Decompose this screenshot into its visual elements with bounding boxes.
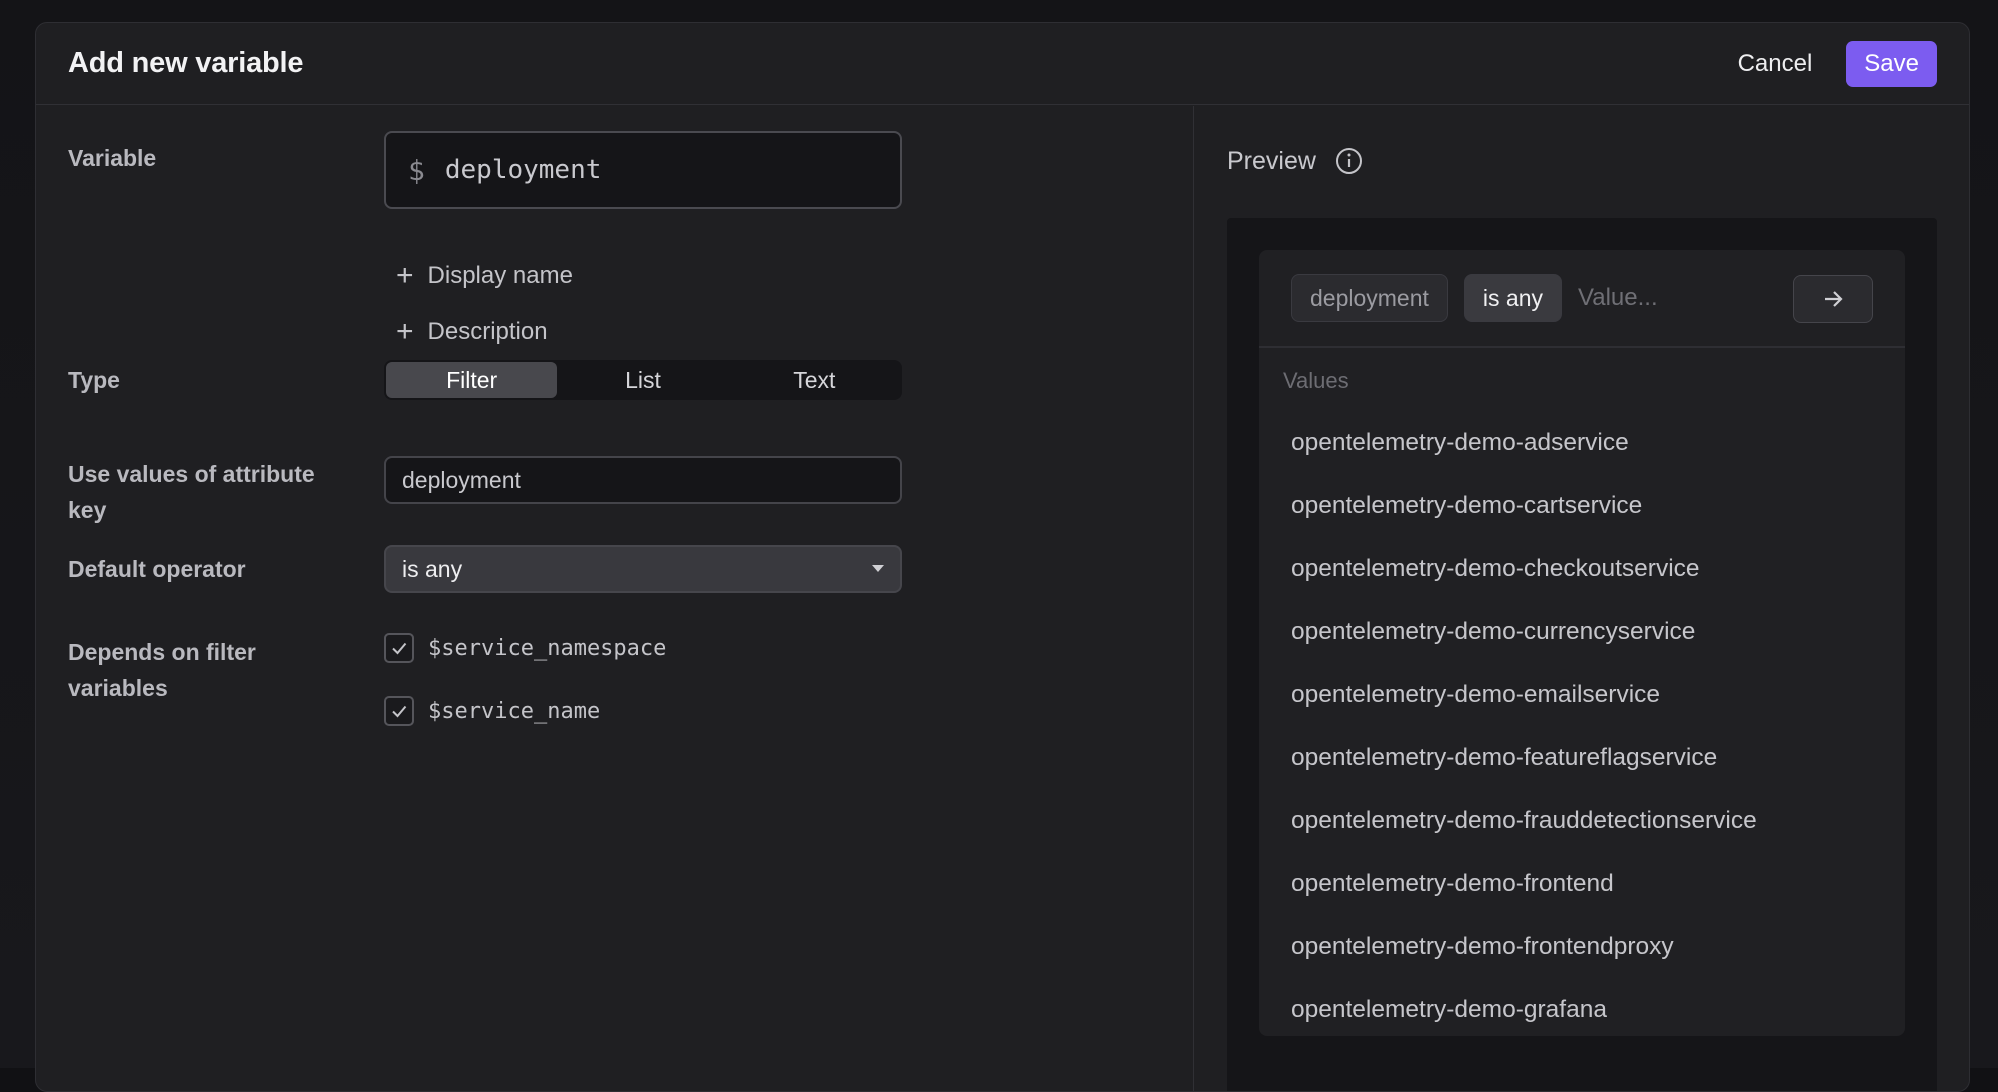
save-button[interactable]: Save [1846,41,1937,87]
checkbox-checked[interactable] [384,696,414,726]
type-option-list[interactable]: List [557,362,728,398]
value-list: opentelemetry-demo-adservice opentelemet… [1291,428,1905,1036]
add-display-name-link[interactable]: + Display name [396,261,573,291]
filter-key-chip[interactable]: deployment [1291,274,1448,322]
plus-icon: + [396,317,414,347]
depends-label: Depends on filter variables [68,634,328,706]
depends-item-service-namespace[interactable]: $service_namespace [384,633,666,663]
filter-operator-chip[interactable]: is any [1464,274,1562,322]
description-label: Description [428,318,548,346]
modal-body: Variable $ deployment + Display name + D… [36,106,1969,1091]
display-name-label: Display name [428,262,573,290]
list-item[interactable]: opentelemetry-demo-checkoutservice [1291,554,1905,617]
header-actions: Cancel Save [1728,41,1937,87]
preview-header: Preview [1227,146,1364,176]
list-item[interactable]: opentelemetry-demo-adservice [1291,428,1905,491]
list-item[interactable]: opentelemetry-demo-currencyservice [1291,617,1905,680]
default-operator-label: Default operator [68,551,368,587]
caret-down-icon [872,565,884,572]
type-option-text[interactable]: Text [729,362,900,398]
depends-item-label: $service_name [428,699,600,724]
modal-title: Add new variable [68,47,303,80]
add-variable-modal: Add new variable Cancel Save Variable $ … [35,22,1970,1092]
add-description-link[interactable]: + Description [396,317,548,347]
default-operator-value: is any [402,556,462,582]
variable-label: Variable [68,140,368,176]
variable-name-value: deployment [445,155,602,185]
list-item[interactable]: opentelemetry-demo-cartservice [1291,491,1905,554]
list-item[interactable]: opentelemetry-demo-grafana [1291,995,1905,1036]
preview-filter-dropdown: deployment is any Value... Values opente… [1259,250,1905,1036]
variable-name-input[interactable]: $ deployment [384,131,902,209]
depends-item-service-name[interactable]: $service_name [384,696,600,726]
form-pane: Variable $ deployment + Display name + D… [36,106,1194,1091]
info-icon[interactable] [1334,146,1364,176]
type-option-filter[interactable]: Filter [386,362,557,398]
list-item[interactable]: opentelemetry-demo-emailservice [1291,680,1905,743]
type-label: Type [68,362,368,398]
attribute-key-label: Use values of attribute key [68,456,358,528]
attribute-key-input[interactable]: deployment [384,456,902,504]
type-segmented-control: Filter List Text [384,360,902,400]
cancel-button[interactable]: Cancel [1728,42,1823,86]
preview-box: deployment is any Value... Values opente… [1227,218,1937,1092]
filter-value-input[interactable]: Value... [1578,284,1658,312]
checkbox-checked[interactable] [384,633,414,663]
dollar-prefix: $ [408,154,425,187]
list-item[interactable]: opentelemetry-demo-frontend [1291,869,1905,932]
depends-item-label: $service_namespace [428,636,666,661]
default-operator-select[interactable]: is any [384,545,902,593]
preview-title: Preview [1227,147,1316,176]
preview-pane: Preview deployment is any Value... [1195,106,1969,1091]
list-item[interactable]: opentelemetry-demo-featureflagservice [1291,743,1905,806]
modal-header: Add new variable Cancel Save [36,23,1969,105]
apply-filter-button[interactable] [1793,275,1873,323]
values-title: Values [1283,368,1349,394]
arrow-right-icon [1820,286,1846,312]
check-icon [389,701,409,721]
list-item[interactable]: opentelemetry-demo-frauddetectionservice [1291,806,1905,869]
plus-icon: + [396,261,414,291]
filter-bar: deployment is any Value... [1259,250,1905,348]
check-icon [389,638,409,658]
list-item[interactable]: opentelemetry-demo-frontendproxy [1291,932,1905,995]
